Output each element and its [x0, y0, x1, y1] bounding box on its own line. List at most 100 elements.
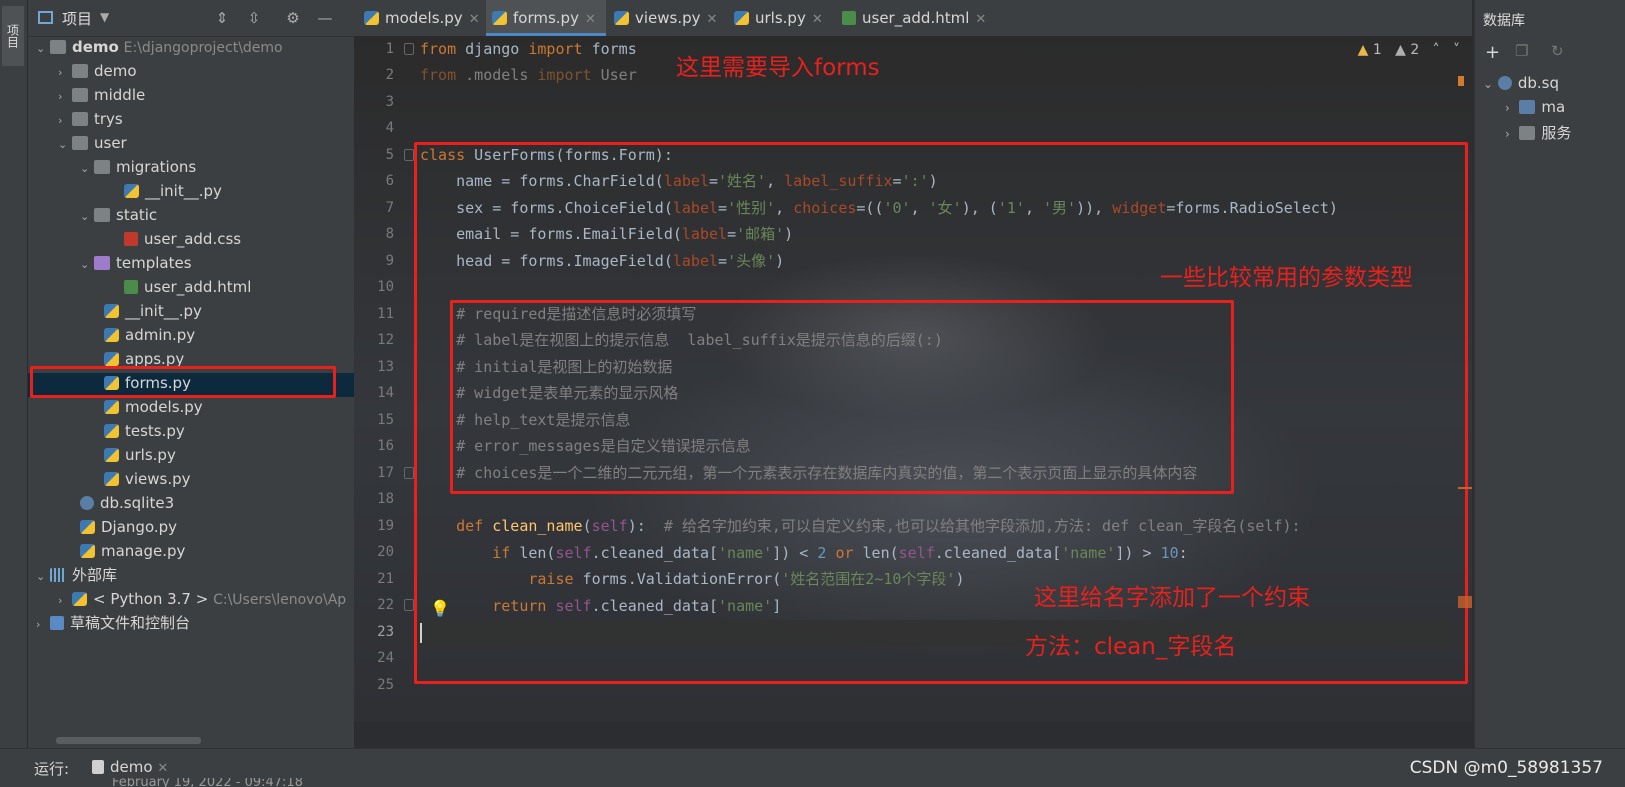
chevron-down-icon[interactable]: ⌄: [58, 133, 72, 157]
refresh-icon[interactable]: ↻: [1551, 42, 1564, 60]
close-icon[interactable]: ✕: [469, 12, 480, 27]
tree-item[interactable]: models.py: [104, 395, 203, 419]
tree-root-demo[interactable]: ⌄ demo E:\djangoproject\demo: [36, 35, 283, 59]
db-tree-item[interactable]: › ma: [1505, 98, 1565, 116]
tab-views[interactable]: views.py ✕: [614, 0, 732, 36]
tree-item[interactable]: __init__.py: [124, 179, 222, 203]
scratch-icon: [50, 616, 64, 630]
tree-label: tests.py: [125, 422, 185, 440]
tree-label: views.py: [125, 470, 191, 488]
fold-marker-icon[interactable]: [404, 599, 414, 611]
tree-item[interactable]: views.py: [104, 467, 191, 491]
tree-item[interactable]: › demo: [58, 59, 137, 83]
project-panel: 项目 ▼ ⇕ ⇳ ⚙ — ⌄ demo E:\djangoproject\demo…: [28, 0, 354, 748]
gear-icon[interactable]: ⚙: [284, 9, 302, 27]
python-icon: [72, 592, 87, 606]
project-header-title[interactable]: 项目: [62, 8, 92, 29]
tree-item[interactable]: urls.py: [104, 443, 176, 467]
chevron-right-icon[interactable]: ›: [1505, 101, 1510, 115]
tree-item[interactable]: › trys: [58, 107, 123, 131]
chevron-down-icon[interactable]: ⌄: [36, 565, 50, 589]
python-file-icon: [104, 328, 119, 342]
folder-icon: [94, 208, 110, 222]
annotation-constraint: 这里给名字添加了一个约束: [1034, 585, 1310, 611]
tree-item[interactable]: ⌄ static: [80, 203, 157, 227]
tree-item-python-sdk[interactable]: › < Python 3.7 > C:\Users\lenovo\Ap: [58, 587, 346, 611]
expand-all-icon[interactable]: ⇕: [213, 9, 231, 27]
line-number: 22: [377, 597, 394, 613]
chevron-down-icon[interactable]: ⌄: [36, 37, 50, 61]
project-tool-tab[interactable]: 项目: [2, 6, 24, 66]
library-icon: [50, 568, 66, 582]
chevron-down-icon[interactable]: ⌄: [80, 157, 94, 181]
fold-marker-icon[interactable]: [404, 43, 414, 55]
tab-models[interactable]: models.py ✕: [364, 0, 484, 36]
db-item-label: db.sq: [1517, 74, 1559, 92]
minimize-icon[interactable]: —: [316, 9, 334, 27]
fold-marker-icon[interactable]: [404, 149, 414, 161]
python-file-icon: [364, 11, 379, 25]
chevron-down-icon[interactable]: ⌄: [80, 205, 94, 229]
tab-label: views.py: [635, 9, 701, 27]
run-tab-demo[interactable]: demo ✕: [92, 758, 168, 776]
chevron-right-icon[interactable]: ›: [58, 85, 72, 109]
chevron-right-icon[interactable]: ›: [58, 589, 72, 613]
tree-label: Django.py: [101, 518, 178, 536]
code-editor[interactable]: ▲ 1 ▲ 2 ˄ ˅ 1 2 3 4 5 6 7 8 9 10 11 12 1…: [354, 36, 1472, 722]
tree-item-scratches[interactable]: › 草稿文件和控制台: [36, 611, 190, 635]
chevron-down-icon[interactable]: ˅: [1453, 42, 1460, 58]
tab-urls[interactable]: urls.py ✕: [734, 0, 839, 36]
chevron-right-icon[interactable]: ›: [1505, 127, 1510, 141]
tree-item[interactable]: ⌄ migrations: [80, 155, 196, 179]
tree-label: migrations: [116, 158, 197, 176]
tree-item[interactable]: tests.py: [104, 419, 185, 443]
python-file-icon: [614, 11, 629, 25]
templates-folder-icon: [94, 256, 110, 270]
line-number: 15: [377, 412, 394, 428]
horizontal-scrollbar[interactable]: [56, 737, 201, 744]
tree-item[interactable]: › middle: [58, 83, 145, 107]
copy-icon[interactable]: ❐: [1515, 42, 1528, 60]
fold-marker-icon[interactable]: [404, 467, 414, 479]
watermark: CSDN @m0_58981357: [1409, 758, 1603, 778]
chevron-right-icon[interactable]: ›: [58, 61, 72, 85]
tree-item[interactable]: admin.py: [104, 323, 195, 347]
tree-item[interactable]: Django.py: [80, 515, 177, 539]
tree-item[interactable]: manage.py: [80, 539, 185, 563]
tree-item[interactable]: ⌄ user: [58, 131, 127, 155]
project-view-icon: [38, 11, 53, 24]
python-file-icon: [104, 448, 119, 462]
chevron-down-icon[interactable]: ⌄: [80, 253, 94, 277]
editor-tab-bar: models.py ✕ forms.py ✕ views.py ✕ urls.py ✕ …: [354, 0, 1472, 37]
tree-item[interactable]: user_add.css: [124, 227, 241, 251]
db-tree-item[interactable]: › 服务: [1505, 122, 1571, 143]
line-number: 10: [377, 279, 394, 295]
tree-label: __init__.py: [125, 302, 202, 320]
tree-item[interactable]: user_add.html: [124, 275, 251, 299]
python-file-icon: [124, 184, 139, 198]
tab-user-add-html[interactable]: user_add.html ✕: [842, 0, 1002, 36]
close-icon[interactable]: ✕: [157, 761, 168, 776]
add-icon[interactable]: +: [1485, 42, 1500, 63]
close-icon[interactable]: ✕: [975, 12, 986, 27]
chevron-right-icon[interactable]: ›: [36, 613, 50, 637]
line-number: 3: [385, 94, 394, 110]
chevron-right-icon[interactable]: ›: [58, 109, 72, 133]
collapse-all-icon[interactable]: ⇳: [245, 9, 263, 27]
close-icon[interactable]: ✕: [707, 12, 718, 27]
chevron-down-icon[interactable]: ⌄: [1483, 77, 1493, 91]
line-number: 5: [385, 147, 394, 163]
tree-item[interactable]: db.sqlite3: [80, 491, 174, 515]
close-icon[interactable]: ✕: [585, 12, 596, 27]
tab-label: user_add.html: [862, 9, 970, 27]
tab-forms[interactable]: forms.py ✕: [486, 0, 606, 36]
tree-item-external-libs[interactable]: ⌄ 外部库: [36, 563, 117, 587]
close-icon[interactable]: ✕: [812, 12, 823, 27]
chevron-up-icon[interactable]: ˄: [1433, 42, 1440, 58]
tree-item[interactable]: ⌄ templates: [80, 251, 192, 275]
tree-item[interactable]: __init__.py: [104, 299, 202, 323]
error-count: 1: [1372, 42, 1382, 58]
inspection-widget[interactable]: ▲ 1 ▲ 2 ˄ ˅: [1358, 42, 1460, 58]
db-tree-item[interactable]: ⌄ db.sq: [1483, 74, 1559, 92]
chevron-down-icon[interactable]: ▼: [100, 10, 109, 24]
